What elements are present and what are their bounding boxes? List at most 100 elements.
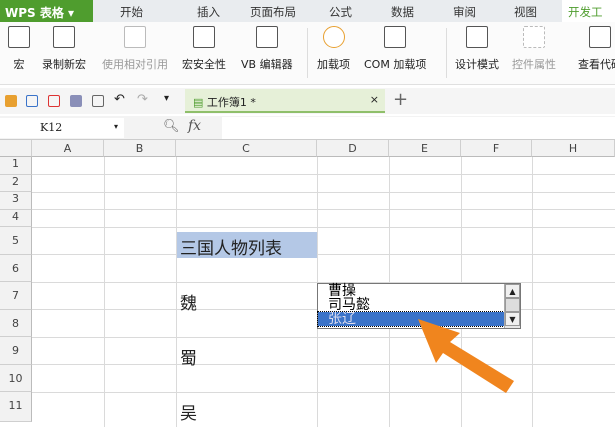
- cell-c5[interactable]: 三国人物列表: [177, 232, 317, 259]
- view-code-button[interactable]: 查看代码: [570, 26, 615, 72]
- label: 查看代码: [578, 58, 615, 71]
- vb-editor-button[interactable]: VB 编辑器: [241, 26, 293, 72]
- record-icon: [53, 26, 75, 48]
- label: 使用相对引用: [102, 58, 168, 71]
- gridline: [104, 157, 105, 427]
- export-pdf-icon[interactable]: [48, 95, 60, 107]
- row-header[interactable]: 7: [0, 282, 32, 310]
- tab-data[interactable]: 数据: [391, 4, 414, 20]
- cell-c11[interactable]: 吴: [180, 399, 197, 424]
- gridline: [32, 254, 615, 255]
- label: VB 编辑器: [241, 58, 293, 71]
- close-tab-icon[interactable]: ×: [370, 93, 379, 106]
- column-header[interactable]: B: [104, 140, 176, 157]
- tab-review[interactable]: 审阅: [453, 4, 476, 20]
- editor-icon: [255, 26, 278, 48]
- chevron-down-icon[interactable]: ▾: [114, 122, 118, 131]
- row-header[interactable]: 3: [0, 192, 32, 210]
- list-item[interactable]: 司马懿: [318, 298, 520, 312]
- macro-button[interactable]: 宏: [8, 26, 30, 72]
- row-header[interactable]: 4: [0, 209, 32, 227]
- row-header[interactable]: 11: [0, 392, 32, 422]
- scroll-up-icon[interactable]: ▲: [505, 284, 520, 298]
- ribbon: 宏 录制新宏 使用相对引用 宏安全性 VB 编辑器 加载项 COM 加载项 设计…: [0, 22, 615, 85]
- list-item[interactable]: 曹操: [318, 284, 520, 298]
- undo-icon[interactable]: ↶: [114, 92, 126, 107]
- label: 宏安全性: [182, 58, 226, 71]
- gridline: [32, 391, 615, 393]
- formula-input[interactable]: [222, 117, 615, 139]
- tab-view[interactable]: 视图: [514, 4, 537, 20]
- arrow-annotation-icon: [418, 319, 514, 393]
- new-tab-button[interactable]: +: [393, 89, 408, 110]
- macro-icon: [8, 26, 30, 48]
- divider: [307, 28, 308, 78]
- divider: [446, 28, 447, 78]
- tab-developer[interactable]: 开发工具: [562, 0, 615, 35]
- macro-security-button[interactable]: 宏安全性: [182, 26, 226, 72]
- document-icon: ▤: [193, 96, 204, 109]
- open-icon[interactable]: [5, 95, 17, 107]
- label: 录制新宏: [42, 58, 86, 71]
- customize-icon[interactable]: ▾: [164, 93, 176, 105]
- app-name: WPS 表格: [5, 6, 64, 20]
- properties-icon: [523, 26, 545, 48]
- print-icon[interactable]: [70, 95, 82, 107]
- save-icon[interactable]: [26, 95, 38, 107]
- label: 加载项: [317, 58, 350, 71]
- addins-button[interactable]: 加载项: [317, 26, 350, 72]
- row-header[interactable]: 8: [0, 309, 32, 337]
- cell-c7[interactable]: 魏: [180, 289, 197, 314]
- label: 控件属性: [512, 58, 556, 71]
- gridline: [32, 174, 615, 175]
- label: 设计模式: [455, 58, 499, 71]
- row-header[interactable]: 2: [0, 174, 32, 192]
- print-preview-icon[interactable]: [92, 95, 104, 107]
- formula-bar: K12 ▾ 🔍︎ fx: [0, 116, 615, 140]
- com-addins-button[interactable]: COM 加载项: [364, 26, 426, 72]
- tab-formulas[interactable]: 公式: [329, 4, 352, 20]
- design-mode-button[interactable]: 设计模式: [455, 26, 499, 72]
- tab-page-layout[interactable]: 页面布局: [250, 4, 296, 20]
- cell-reference: K12: [40, 121, 63, 134]
- select-all[interactable]: [0, 140, 32, 157]
- row-header[interactable]: 1: [0, 157, 32, 175]
- label: 宏: [13, 58, 25, 71]
- gridline: [32, 209, 615, 210]
- document-tab[interactable]: ▤ 工作簿1 * ×: [185, 89, 385, 113]
- grid-icon: [124, 26, 146, 48]
- document-title: 工作簿1 *: [206, 96, 256, 109]
- cell-c9[interactable]: 蜀: [180, 344, 197, 369]
- shield-icon: [193, 26, 215, 48]
- app-logo[interactable]: WPS 表格 ▾: [0, 0, 93, 22]
- column-header[interactable]: A: [32, 140, 104, 157]
- gear-icon: [322, 26, 345, 48]
- gridline: [32, 336, 615, 338]
- column-header[interactable]: D: [317, 140, 389, 157]
- record-macro-button[interactable]: 录制新宏: [42, 26, 86, 72]
- gridline: [32, 226, 615, 228]
- insert-function-button[interactable]: fx: [188, 118, 201, 134]
- control-properties-button[interactable]: 控件属性: [512, 26, 556, 72]
- relative-reference-button[interactable]: 使用相对引用: [102, 26, 168, 72]
- tab-home[interactable]: 开始: [120, 4, 143, 20]
- code-icon: [589, 26, 611, 48]
- gridline: [176, 157, 177, 427]
- column-header[interactable]: E: [389, 140, 461, 157]
- design-icon: [466, 26, 488, 48]
- name-box[interactable]: K12 ▾: [0, 118, 124, 138]
- scroll-thumb[interactable]: [505, 298, 520, 312]
- row-header[interactable]: 5: [0, 227, 32, 255]
- column-header[interactable]: F: [461, 140, 532, 157]
- gridline: [32, 191, 615, 193]
- column-header[interactable]: H: [532, 140, 615, 157]
- redo-icon[interactable]: ↷: [137, 92, 149, 107]
- title-bar: WPS 表格 ▾ 开始 插入 页面布局 公式 数据 审阅 视图 开发工具: [0, 0, 615, 35]
- tab-insert[interactable]: 插入: [197, 4, 220, 20]
- column-header[interactable]: C: [176, 140, 317, 157]
- row-header[interactable]: 6: [0, 254, 32, 282]
- zoom-formula-icon[interactable]: 🔍︎: [163, 119, 180, 134]
- row-header[interactable]: 9: [0, 337, 32, 365]
- row-header[interactable]: 10: [0, 364, 32, 392]
- label: COM 加载项: [364, 58, 427, 71]
